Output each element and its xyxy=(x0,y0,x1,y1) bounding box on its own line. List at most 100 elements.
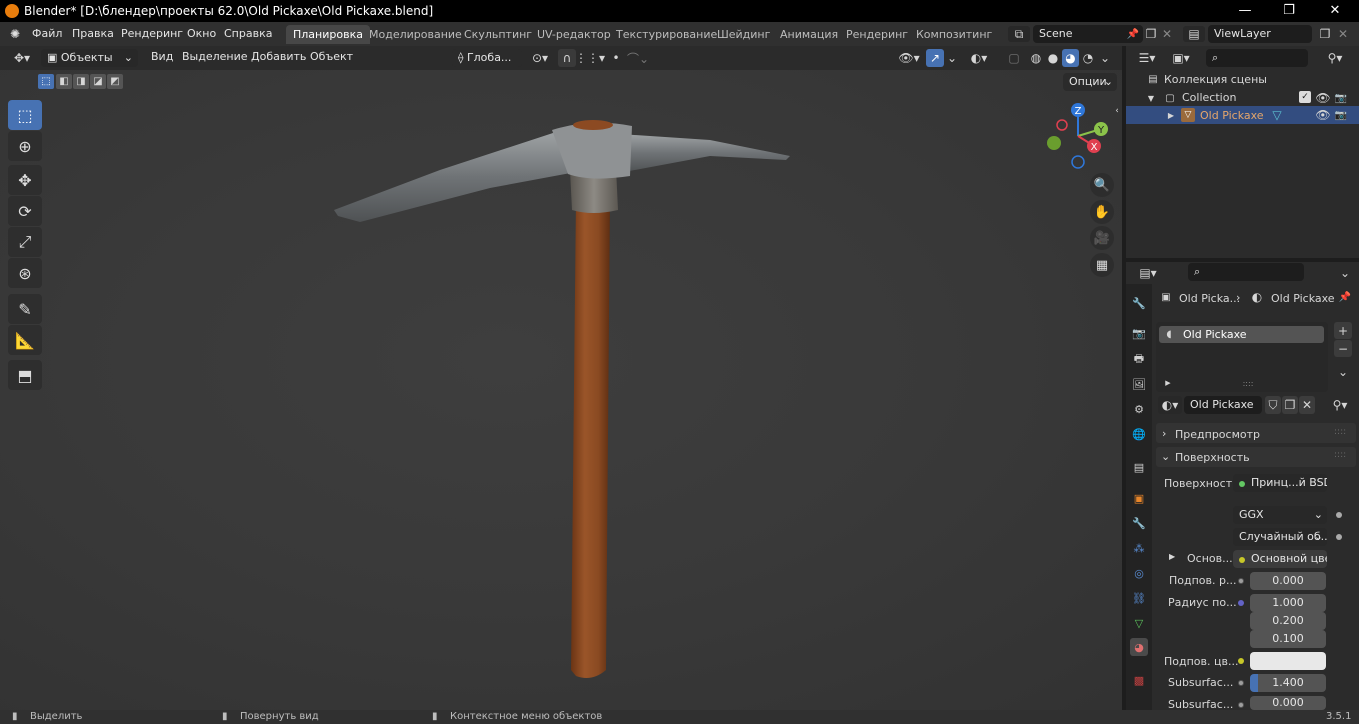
overlays-icon[interactable]: ◐▾ xyxy=(966,50,992,66)
tab-modeling[interactable]: Моделирование xyxy=(362,25,469,44)
expand-arrow-icon[interactable]: ▼ xyxy=(1146,91,1156,105)
add-cube-tool-icon[interactable]: ⬒ xyxy=(8,360,42,390)
menu-view[interactable]: Вид xyxy=(151,50,173,63)
select-new-icon[interactable]: ⬚ xyxy=(38,74,54,89)
shading-options-icon[interactable]: ⌄ xyxy=(1098,50,1112,66)
tab-compositing[interactable]: Композитинг xyxy=(909,25,999,44)
subsurface-value[interactable]: 0.000 xyxy=(1250,572,1326,590)
pin-scene-icon[interactable]: 📌 xyxy=(1126,27,1140,41)
navigation-gizmo[interactable]: Z Y X xyxy=(1040,100,1115,172)
menu-select[interactable]: Выделение xyxy=(182,50,248,63)
mode-dropdown[interactable]: ▣ Объекты ⌄ xyxy=(41,49,138,67)
tab-rendering[interactable]: Рендеринг xyxy=(839,25,915,44)
select-subtract-icon[interactable]: ◨ xyxy=(73,74,89,89)
view-layer-tab-icon[interactable]: 🖼 xyxy=(1130,375,1148,393)
collection-tab-icon[interactable]: ▤ xyxy=(1130,458,1148,476)
modifier-tab-icon[interactable]: 🔧 xyxy=(1130,514,1148,532)
tab-sculpting[interactable]: Скульптинг xyxy=(457,25,539,44)
viewlayer-name-field[interactable]: ViewLayer xyxy=(1208,25,1312,43)
world-tab-icon[interactable]: 🌐 xyxy=(1130,425,1148,443)
tab-uv-editing[interactable]: UV-редактор xyxy=(530,25,618,44)
duplicate-material-icon[interactable]: ❐ xyxy=(1282,396,1298,414)
scale-tool-icon[interactable]: ⤢ xyxy=(8,227,42,257)
render-tab-icon[interactable]: 📷 xyxy=(1130,324,1148,342)
transform-orientation-dropdown[interactable]: ⟠ Глоба... xyxy=(452,49,522,67)
new-scene-icon[interactable]: ❐ xyxy=(1143,26,1159,42)
material-name-field[interactable]: Old Pickaxe xyxy=(1184,396,1262,414)
expand-arrow-icon[interactable]: ▶ xyxy=(1166,108,1176,122)
outliner-search-input[interactable]: ⌕ xyxy=(1206,49,1308,67)
subsurface-color-swatch[interactable] xyxy=(1250,652,1326,670)
select-extend-icon[interactable]: ◧ xyxy=(56,74,72,89)
xray-icon[interactable]: ▢ xyxy=(1006,50,1022,66)
tab-layout[interactable]: Планировка xyxy=(286,25,370,44)
move-tool-icon[interactable]: ✥ xyxy=(8,165,42,195)
expand-arrow-icon[interactable]: ▶ xyxy=(1169,552,1175,561)
unlink-material-icon[interactable]: ✕ xyxy=(1299,396,1315,414)
annotate-tool-icon[interactable]: ✎ xyxy=(8,294,42,324)
measure-tool-icon[interactable]: 📐 xyxy=(8,325,42,355)
scene-tab-icon[interactable]: ⚙ xyxy=(1130,400,1148,418)
mesh-data-icon[interactable]: ▽ xyxy=(1270,108,1284,122)
radius-z-value[interactable]: 0.100 xyxy=(1250,630,1326,648)
drag-handle-icon[interactable]: :::: xyxy=(1334,450,1346,460)
editor-type-icon[interactable]: ✥▾ xyxy=(8,50,36,66)
tab-texture-paint[interactable]: Текстурирование xyxy=(609,25,724,44)
delete-viewlayer-icon[interactable]: ✕ xyxy=(1336,26,1350,42)
output-tab-icon[interactable]: 🖶 xyxy=(1130,350,1148,368)
transform-tool-icon[interactable]: ⊛ xyxy=(8,258,42,288)
solid-shading-icon[interactable]: ● xyxy=(1045,50,1061,66)
camera-icon[interactable]: 🎥 xyxy=(1090,226,1114,250)
visibility-icon[interactable]: 👁▾ xyxy=(896,50,922,66)
select-box-tool-icon[interactable]: ⬚ xyxy=(8,100,42,130)
zoom-icon[interactable]: 🔍 xyxy=(1090,173,1114,197)
collection-label[interactable]: Collection xyxy=(1182,91,1236,104)
fake-user-shield-icon[interactable]: ⛉ xyxy=(1265,396,1281,414)
menu-object[interactable]: Объект xyxy=(310,50,353,63)
properties-search-input[interactable]: ⌕ xyxy=(1188,263,1304,281)
outliner-editor-type-icon[interactable]: ☰▾ xyxy=(1134,50,1160,66)
options-dropdown[interactable]: Опции ⌄ xyxy=(1063,73,1117,91)
menu-render[interactable]: Рендеринг xyxy=(121,27,183,40)
new-viewlayer-icon[interactable]: ❐ xyxy=(1317,26,1333,42)
perspective-grid-icon[interactable]: ▦ xyxy=(1090,253,1114,277)
rotate-tool-icon[interactable]: ⟳ xyxy=(8,196,42,226)
add-slot-icon[interactable]: + xyxy=(1334,322,1352,339)
pickaxe-model[interactable] xyxy=(320,110,800,690)
properties-editor-type-icon[interactable]: ▤▾ xyxy=(1134,265,1162,281)
surface-panel-label[interactable]: Поверхность xyxy=(1175,451,1250,464)
link-dropdown-icon[interactable]: ⚲▾ xyxy=(1326,396,1354,414)
expand-arrow-icon[interactable]: ▶ xyxy=(1164,378,1172,388)
scene-collection-label[interactable]: Коллекция сцены xyxy=(1164,73,1267,86)
preview-panel-label[interactable]: Предпросмотр xyxy=(1175,428,1260,441)
tool-tab-icon[interactable]: 🔧 xyxy=(1130,294,1148,312)
gizmo-toggle-icon[interactable]: ↗ xyxy=(926,49,944,67)
constraints-tab-icon[interactable]: ⛓ xyxy=(1130,589,1148,607)
checkbox-icon[interactable]: ✓ xyxy=(1299,91,1311,103)
proportional-editing-icon[interactable]: • xyxy=(608,50,624,66)
camera-render-icon[interactable]: 📷 xyxy=(1334,91,1348,105)
base-color-link[interactable]: Основной цвет xyxy=(1233,550,1327,568)
snap-icon[interactable]: ∩ xyxy=(558,49,576,67)
3d-viewport[interactable]: ⬚ ◧ ◨ ◪ ◩ ⬚ ⊕ ✥ ⟳ ⤢ ⊛ ✎ 📐 ⬒ Опции ⌄ ‹ Z Y… xyxy=(0,70,1122,710)
material-preview-icon[interactable]: ◕ xyxy=(1062,49,1079,67)
viewlayer-selector-icon[interactable]: ▤ xyxy=(1183,26,1205,42)
eye-icon[interactable]: 👁 xyxy=(1315,108,1330,122)
object-label[interactable]: Old Pickaxe xyxy=(1200,109,1264,122)
subsurface-ior-value[interactable]: 1.400 xyxy=(1250,674,1326,692)
wireframe-shading-icon[interactable]: ◍ xyxy=(1028,50,1044,66)
resize-handle-icon[interactable]: :::: xyxy=(1242,378,1254,388)
chevron-down-icon[interactable]: ⌄ xyxy=(1338,265,1352,281)
minimize-button[interactable]: — xyxy=(1222,0,1268,22)
tab-animation[interactable]: Анимация xyxy=(773,25,845,44)
radius-y-value[interactable]: 0.200 xyxy=(1250,612,1326,630)
subsurface-anisotropy-value[interactable]: 0.000 xyxy=(1250,696,1326,710)
distribution-dropdown[interactable]: GGX ⌄ xyxy=(1233,506,1327,524)
radius-x-value[interactable]: 1.000 xyxy=(1250,594,1326,612)
pivot-point-icon[interactable]: ⊙▾ xyxy=(528,50,552,66)
pin-icon[interactable]: 📌 xyxy=(1338,290,1352,304)
color-socket-icon[interactable] xyxy=(1238,658,1244,664)
snap-target-icon[interactable]: ⋮⋮▾ xyxy=(575,50,605,66)
camera-render-icon[interactable]: 📷 xyxy=(1334,108,1348,122)
tab-shading[interactable]: Шейдинг xyxy=(710,25,777,44)
